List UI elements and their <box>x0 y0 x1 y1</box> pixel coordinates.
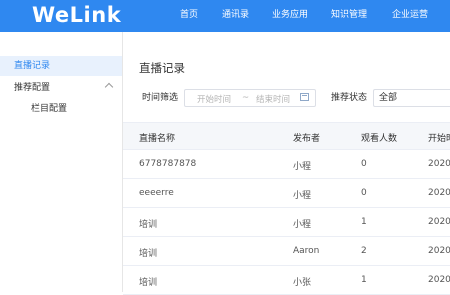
sidebar-item-label: 栏目配置 <box>31 104 68 114</box>
cell-publisher: Aaron <box>293 246 320 256</box>
nav-knowledge[interactable]: 知识管理 <box>331 0 367 32</box>
table-row[interactable]: eeeerre 小程 0 2020/ <box>123 179 450 208</box>
sidebar-item-column-config[interactable]: 栏目配置 <box>0 99 122 119</box>
cell-publisher: 小程 <box>293 220 312 230</box>
recommend-status-label: 推荐状态 <box>331 93 368 103</box>
sidebar-item-label: 推荐配置 <box>14 83 51 93</box>
nav-home[interactable]: 首页 <box>180 0 198 32</box>
cell-name: 培训 <box>139 220 158 230</box>
cell-publisher: 小程 <box>293 162 312 172</box>
column-header-viewers: 观看人数 <box>361 134 398 144</box>
cell-start-time: 2020/ <box>428 275 450 285</box>
nav-contacts[interactable]: 通讯录 <box>222 0 249 32</box>
nav-operations[interactable]: 企业运营 <box>392 0 428 32</box>
cell-viewers: 0 <box>361 159 367 169</box>
sidebar: 直播记录 推荐配置 栏目配置 <box>0 32 123 292</box>
cell-name: 培训 <box>139 249 158 259</box>
cell-viewers: 0 <box>361 188 367 198</box>
recommend-status-select[interactable]: 全部 <box>373 89 450 107</box>
cell-viewers: 1 <box>361 275 367 285</box>
range-separator: ~ <box>242 93 250 103</box>
sidebar-item-label: 直播记录 <box>14 61 51 71</box>
table-row[interactable]: 培训 小张 1 2020/ <box>123 266 450 295</box>
calendar-icon[interactable] <box>300 93 309 101</box>
cell-name: 培训 <box>139 278 158 288</box>
end-time-placeholder[interactable]: 结束时间 <box>256 93 290 105</box>
column-header-publisher: 发布者 <box>293 134 321 144</box>
sidebar-item-live-records[interactable]: 直播记录 <box>0 56 122 76</box>
table-row[interactable]: 6778787878 小程 0 2020/ <box>123 150 450 179</box>
top-navigation-bar: WeLink 首页 通讯录 业务应用 知识管理 企业运营 <box>0 0 450 32</box>
table-header: 直播名称 发布者 观看人数 开始时 <box>123 122 450 150</box>
table-row[interactable]: 培训 小程 1 2020/ <box>123 208 450 237</box>
column-header-name: 直播名称 <box>139 134 176 144</box>
column-header-start-time: 开始时 <box>428 134 450 144</box>
time-filter-label: 时间筛选 <box>142 93 179 103</box>
main-content: 直播记录 时间筛选 开始时间 ~ 结束时间 推荐状态 全部 直播名称 发布者 观… <box>123 32 450 295</box>
cell-start-time: 2020/ <box>428 246 450 256</box>
cell-viewers: 1 <box>361 217 367 227</box>
cell-publisher: 小程 <box>293 191 312 201</box>
cell-publisher: 小张 <box>293 278 312 288</box>
cell-start-time: 2020/ <box>428 217 450 227</box>
chevron-up-icon <box>104 82 114 92</box>
date-range-picker[interactable]: 开始时间 ~ 结束时间 <box>184 89 316 107</box>
cell-start-time: 2020/ <box>428 159 450 169</box>
start-time-placeholder[interactable]: 开始时间 <box>197 93 231 105</box>
page-title: 直播记录 <box>139 61 185 75</box>
nav-business-apps[interactable]: 业务应用 <box>272 0 308 32</box>
table-row[interactable]: 培训 Aaron 2 2020/ <box>123 237 450 266</box>
cell-start-time: 2020/ <box>428 188 450 198</box>
welink-logo[interactable]: WeLink <box>32 2 121 28</box>
cell-viewers: 2 <box>361 246 367 256</box>
cell-name: eeeerre <box>139 188 174 198</box>
cell-name: 6778787878 <box>139 159 197 169</box>
sidebar-item-recommend-config[interactable]: 推荐配置 <box>0 78 122 98</box>
